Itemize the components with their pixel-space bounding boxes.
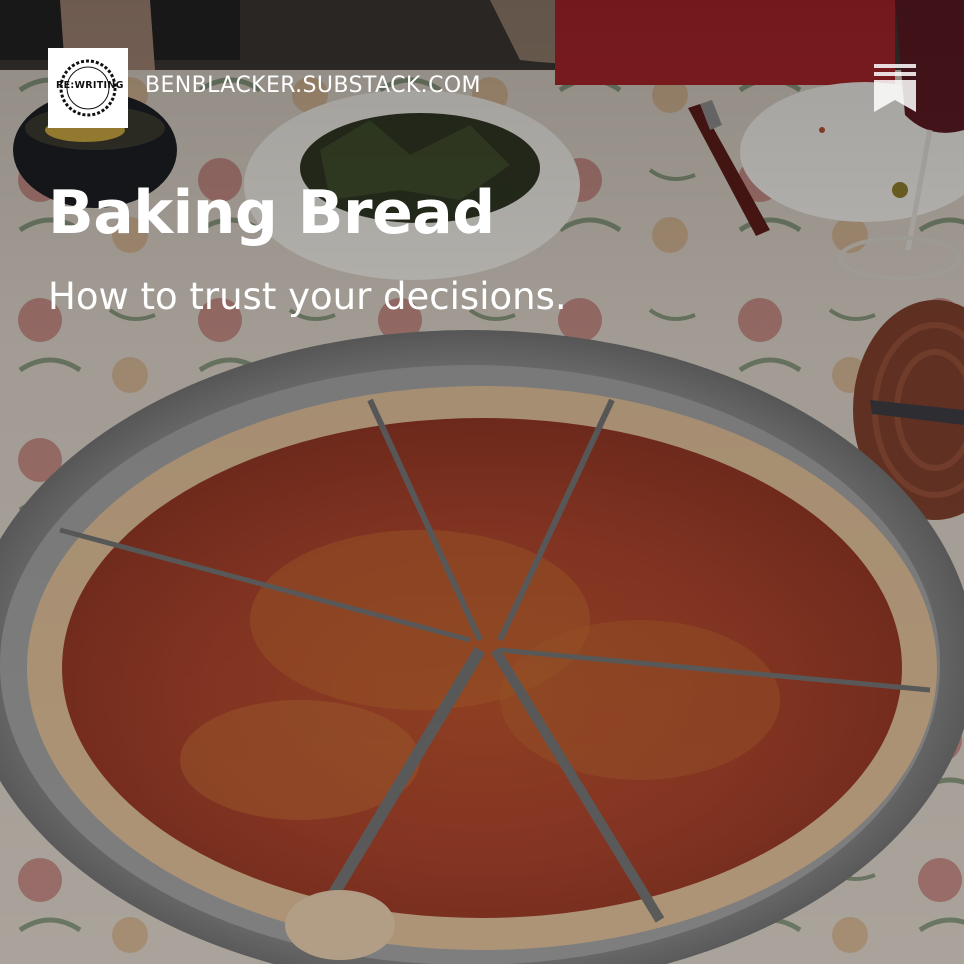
publication-domain[interactable]: BENBLACKER.SUBSTACK.COM: [145, 73, 481, 98]
bookmark-button[interactable]: [874, 64, 916, 112]
post-title[interactable]: Baking Bread: [48, 178, 495, 248]
logo-badge: RE:WRITING: [56, 56, 124, 120]
publication-logo[interactable]: RE:WRITING: [48, 48, 128, 128]
cover-shade-overlay: [0, 0, 964, 964]
logo-text: RE:WRITING: [56, 80, 124, 91]
post-subtitle: How to trust your decisions.: [48, 275, 567, 318]
bookmark-icon: [874, 64, 916, 112]
post-cover-card[interactable]: RE:WRITING BENBLACKER.SUBSTACK.COM Bakin…: [0, 0, 964, 964]
